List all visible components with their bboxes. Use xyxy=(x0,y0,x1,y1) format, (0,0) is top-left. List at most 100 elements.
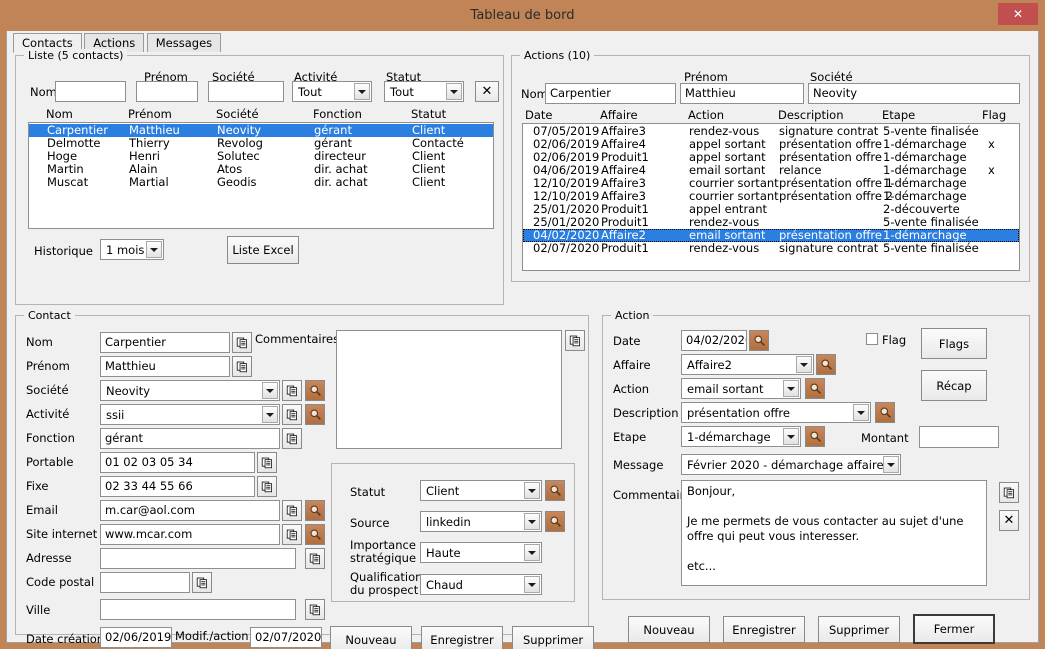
contact-nouveau-button[interactable]: Nouveau xyxy=(330,626,412,649)
window-close-button[interactable]: ✕ xyxy=(998,3,1038,25)
tab-messages[interactable]: Messages xyxy=(146,33,222,52)
action-description-select[interactable]: présentation offre xyxy=(681,402,871,423)
flags-button[interactable]: Flags xyxy=(921,328,987,359)
contact-supprimer-button[interactable]: Supprimer xyxy=(512,626,594,649)
copy-action-commentaires-button[interactable] xyxy=(999,482,1019,503)
action-supprimer-button[interactable]: Supprimer xyxy=(818,616,900,643)
search-date-button[interactable] xyxy=(749,330,769,351)
search-email-button[interactable] xyxy=(305,500,325,521)
contact-site-input[interactable]: www.mcar.com xyxy=(100,524,280,545)
table-row[interactable]: Delmotte Thierry Revolog gérant Contacté xyxy=(29,137,493,150)
search-source-button[interactable] xyxy=(545,511,565,532)
contact-adresse-input[interactable] xyxy=(100,548,296,569)
chevron-down-icon[interactable] xyxy=(524,576,540,593)
chevron-down-icon[interactable] xyxy=(446,83,462,100)
chevron-down-icon[interactable] xyxy=(354,83,370,100)
chevron-down-icon[interactable] xyxy=(262,382,278,399)
action-montant-input[interactable] xyxy=(919,426,999,448)
contact-nom-input[interactable]: Carpentier xyxy=(100,332,230,353)
clear-filters-button[interactable]: ✕ xyxy=(475,81,499,102)
action-fermer-button[interactable]: Fermer xyxy=(913,614,995,644)
table-row[interactable]: 12/10/2019 Affaire3 courrier sortant présen… xyxy=(523,177,1019,190)
copy-contact-commentaires-button[interactable] xyxy=(565,330,585,351)
action-filter-nom-input[interactable]: Carpentier xyxy=(545,83,676,104)
clear-action-commentaires-button[interactable]: ✕ xyxy=(999,510,1019,531)
action-affaire-select[interactable]: Affaire2 xyxy=(681,354,814,375)
search-societe-button[interactable] xyxy=(305,380,325,401)
chevron-down-icon[interactable] xyxy=(853,404,869,421)
search-etape-button[interactable] xyxy=(805,426,825,447)
contact-fixe-input[interactable]: 02 33 44 55 66 xyxy=(100,476,255,497)
copy-ville-button[interactable] xyxy=(305,599,325,620)
chevron-down-icon[interactable] xyxy=(796,356,812,373)
table-row[interactable]: 25/01/2020 Produit1 appel entrant 2-découve… xyxy=(523,203,1019,216)
copy-fixe-button[interactable] xyxy=(257,476,277,497)
copy-nom-button[interactable] xyxy=(232,332,252,353)
search-description-button[interactable] xyxy=(875,402,895,423)
copy-societe-button[interactable] xyxy=(282,380,302,401)
action-etape-select[interactable]: 1-démarchage xyxy=(681,426,801,447)
chevron-down-icon[interactable] xyxy=(524,482,540,499)
search-action-button[interactable] xyxy=(805,378,825,399)
action-date-input[interactable]: 04/02/2020 xyxy=(681,330,747,351)
copy-adresse-button[interactable] xyxy=(305,548,325,569)
table-row[interactable]: 04/02/2020 Affaire2 email sortant présentat… xyxy=(523,229,1019,242)
table-row[interactable]: 04/06/2019 Affaire4 email sortant relance 1-… xyxy=(523,164,1019,177)
action-commentaires-textarea[interactable]: Bonjour, Je me permets de vous contacter… xyxy=(681,480,987,586)
action-message-select[interactable]: Février 2020 - démarchage affaire2 xyxy=(681,454,901,475)
action-nouveau-button[interactable]: Nouveau xyxy=(628,616,710,643)
chevron-down-icon[interactable] xyxy=(262,406,278,423)
liste-excel-button[interactable]: Liste Excel xyxy=(227,236,299,264)
recap-button[interactable]: Récap xyxy=(921,370,987,401)
action-filter-prenom-input[interactable]: Matthieu xyxy=(680,83,804,104)
copy-email-button[interactable] xyxy=(282,500,302,521)
table-row[interactable]: 12/10/2019 Affaire3 courrier sortant présen… xyxy=(523,190,1019,203)
filter-statut-select[interactable]: Tout xyxy=(384,81,464,102)
table-row[interactable]: Muscat Martial Geodis dir. achat Client xyxy=(29,176,493,189)
contact-portable-input[interactable]: 01 02 03 05 34 xyxy=(100,452,255,473)
contact-enregistrer-button[interactable]: Enregistrer xyxy=(421,626,503,649)
copy-portable-button[interactable] xyxy=(257,452,277,473)
filter-nom-input[interactable] xyxy=(55,81,126,102)
filter-activite-select[interactable]: Tout xyxy=(292,81,372,102)
search-statut-button[interactable] xyxy=(545,480,565,501)
contact-societe-select[interactable]: Neovity xyxy=(100,380,280,401)
table-row[interactable]: 02/06/2019 Affaire4 appel sortant présentat… xyxy=(523,138,1019,151)
table-row[interactable]: 02/06/2019 Produit1 appel sortant présentat… xyxy=(523,151,1019,164)
search-activite-button[interactable] xyxy=(305,404,325,425)
copy-activite-button[interactable] xyxy=(282,404,302,425)
contact-activite-select[interactable]: ssii xyxy=(100,404,280,425)
historique-select[interactable]: 1 mois xyxy=(100,239,164,260)
chevron-down-icon[interactable] xyxy=(146,241,162,258)
copy-cp-button[interactable] xyxy=(192,572,212,593)
chevron-down-icon[interactable] xyxy=(883,456,899,473)
qualif-importance-select[interactable]: Haute xyxy=(420,542,542,563)
contact-ville-input[interactable] xyxy=(100,599,296,620)
table-row[interactable]: Martin Alain Atos dir. achat Client xyxy=(29,163,493,176)
contacts-grid[interactable]: Carpentier Matthieu Neovity gérant Client Del… xyxy=(28,122,494,229)
contact-cp-input[interactable] xyxy=(100,572,190,593)
chevron-down-icon[interactable] xyxy=(783,428,799,445)
table-row[interactable]: Hoge Henri Solutec directeur Client xyxy=(29,150,493,163)
qualif-statut-select[interactable]: Client xyxy=(420,480,542,501)
contact-email-input[interactable]: m.car@aol.com xyxy=(100,500,280,521)
chevron-down-icon[interactable] xyxy=(783,380,799,397)
table-row[interactable]: Carpentier Matthieu Neovity gérant Client xyxy=(29,124,493,137)
filter-societe-input[interactable] xyxy=(208,81,284,102)
copy-site-button[interactable] xyxy=(282,524,302,545)
flag-checkbox[interactable] xyxy=(866,333,878,345)
chevron-down-icon[interactable] xyxy=(524,544,540,561)
table-row[interactable]: 25/01/2020 Produit1 rendez-vous 5-vente fin… xyxy=(523,216,1019,229)
contact-date-creation-input[interactable]: 02/06/2019 xyxy=(100,627,172,648)
contact-commentaires-textarea[interactable] xyxy=(336,330,562,449)
search-affaire-button[interactable] xyxy=(816,354,836,375)
qualif-source-select[interactable]: linkedin xyxy=(420,511,542,532)
filter-prenom-input[interactable] xyxy=(136,81,198,102)
contact-modif-input[interactable]: 02/07/2020 xyxy=(250,627,322,648)
contact-prenom-input[interactable]: Matthieu xyxy=(100,356,230,377)
copy-prenom-button[interactable] xyxy=(232,356,252,377)
search-site-button[interactable] xyxy=(305,524,325,545)
actions-grid[interactable]: 07/05/2019 Affaire3 rendez-vous signature c… xyxy=(522,123,1020,271)
table-row[interactable]: 02/07/2020 Produit1 rendez-vous signature c… xyxy=(523,242,1019,255)
action-action-select[interactable]: email sortant xyxy=(681,378,801,399)
